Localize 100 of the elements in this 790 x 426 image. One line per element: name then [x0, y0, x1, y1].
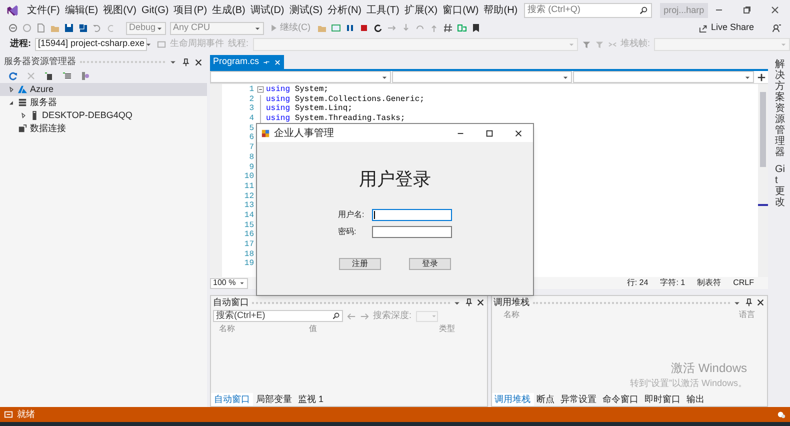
menu-item[interactable]: 调试(D) [248, 2, 286, 18]
side-tab[interactable]: 解决方案资源管理器 [775, 59, 785, 158]
process-label: 进程: [10, 37, 31, 50]
restore-icon[interactable] [742, 5, 752, 15]
panel-tab[interactable]: 监视 1 [295, 392, 327, 406]
panel-tab[interactable]: 命令窗口 [600, 392, 642, 406]
line-number: 7 [248, 143, 254, 153]
caret-icon [430, 313, 437, 319]
save-icon[interactable] [64, 23, 74, 33]
close-icon[interactable] [770, 5, 780, 15]
close-icon[interactable] [514, 128, 523, 138]
field-label: 用户名: [338, 209, 366, 221]
pause-icon[interactable] [344, 23, 354, 33]
file-tab[interactable]: Program.cs [210, 55, 284, 69]
new-file-icon[interactable] [36, 23, 46, 33]
pin-icon[interactable] [464, 298, 472, 307]
add-connection-icon[interactable] [62, 71, 72, 81]
dialog-button[interactable]: 登录 [409, 258, 451, 270]
collapse-icon[interactable] [256, 86, 264, 94]
line-number: 1 [248, 85, 254, 95]
tree-item[interactable]: 服务器 [0, 96, 207, 109]
editor-status-text: CRLF [733, 277, 754, 289]
refresh-icon[interactable] [8, 71, 18, 81]
live-share-button[interactable]: Live Share [698, 21, 754, 35]
menu-item[interactable]: 帮助(H) [482, 2, 520, 18]
search-field[interactable]: 搜索 (Ctrl+Q) [524, 2, 652, 18]
tree-item[interactable]: DESKTOP-DEBG4QQ [0, 109, 207, 122]
line-number: 6 [248, 133, 254, 144]
line-number: 14 [243, 210, 254, 221]
code-line: using System.Linq; [266, 104, 352, 114]
expanded-arrow-icon[interactable] [8, 99, 15, 106]
column-header: 名称 [219, 323, 236, 335]
line-number: 16 [243, 230, 254, 240]
azure-logo-icon [18, 85, 27, 94]
dialog-button[interactable]: 注册 [339, 258, 381, 270]
search-field[interactable]: 搜索(Ctrl+E) [213, 310, 343, 322]
line-number: 13 [243, 201, 254, 211]
side-tab[interactable]: Git 更改 [775, 164, 785, 208]
pin-icon[interactable] [744, 298, 753, 307]
menu-item[interactable]: 生成(B) [210, 2, 248, 18]
menu-item[interactable]: 项目(P) [172, 2, 210, 18]
tree-item[interactable]: 数据连接 [0, 122, 207, 135]
line-number: 12 [243, 192, 254, 202]
thread-label: 线程: [228, 37, 249, 50]
comment-icon[interactable] [456, 23, 466, 33]
maximize-icon[interactable] [485, 128, 494, 138]
close-icon[interactable] [194, 58, 203, 66]
menu-item[interactable]: 工具(T) [364, 2, 402, 18]
close-icon[interactable] [756, 298, 765, 307]
feedback-icon[interactable] [772, 23, 782, 33]
dropdown-caret-icon[interactable] [169, 58, 177, 66]
menu-item[interactable]: 编辑(E) [62, 2, 100, 18]
save-all-icon[interactable] [78, 23, 88, 33]
text-field[interactable] [372, 226, 452, 238]
hash-icon[interactable] [442, 23, 452, 33]
computer-icon [30, 111, 39, 120]
database-link-icon [18, 124, 27, 133]
menu-item[interactable]: 扩展(X) [402, 2, 440, 18]
vertical-scrollbar[interactable] [758, 84, 768, 277]
zoom-dropdown[interactable]: 100 % [210, 278, 248, 288]
tree-item[interactable]: Azure [0, 83, 207, 96]
panel-tab[interactable]: 输出 [684, 392, 708, 406]
menu-item[interactable]: 分析(N) [326, 2, 364, 18]
bookmark-icon[interactable] [470, 23, 480, 33]
pin-icon[interactable] [181, 58, 190, 66]
menu-item[interactable]: 窗口(W) [440, 2, 481, 18]
pin-icon [263, 58, 270, 66]
panel-tab[interactable]: 局部变量 [253, 392, 295, 406]
code-line: using System.Threading.Tasks; [266, 114, 406, 124]
collapsed-arrow-icon[interactable] [20, 112, 27, 119]
menu-item[interactable]: 测试(S) [287, 2, 325, 18]
panel-tab[interactable]: 调用堆栈 [492, 392, 534, 406]
connect-server-icon[interactable] [44, 71, 54, 81]
panel-tab[interactable]: 自动窗口 [211, 392, 253, 406]
line-number: 5 [248, 124, 254, 134]
panel-tab[interactable]: 即时窗口 [642, 392, 684, 406]
restart-icon[interactable] [372, 23, 382, 33]
back-icon[interactable] [8, 23, 18, 33]
app-logo-icon[interactable] [6, 4, 19, 16]
notification-icon [777, 410, 786, 419]
menu-item[interactable]: 视图(V) [101, 2, 138, 18]
screenshot-icon[interactable] [330, 23, 340, 33]
menu-item[interactable]: 文件(F) [25, 2, 62, 18]
split-icon[interactable] [757, 72, 766, 82]
text-field[interactable] [372, 209, 452, 221]
column-header: 类型 [439, 323, 456, 335]
close-icon[interactable] [476, 298, 484, 307]
stop-icon[interactable] [358, 23, 368, 33]
line-number: 18 [243, 250, 254, 260]
undo-icon[interactable] [92, 23, 102, 33]
search-icon [638, 6, 648, 14]
line-number: 2 [248, 94, 254, 104]
line-number: 4 [248, 114, 254, 124]
collapsed-arrow-icon[interactable] [8, 86, 15, 93]
panel-tab[interactable]: 断点 [534, 392, 558, 406]
panel-tab[interactable]: 异常设置 [558, 392, 600, 406]
line-number: 15 [243, 220, 254, 230]
dialog-heading: 用户登录 [359, 168, 431, 191]
menu-item[interactable]: Git(G) [139, 2, 171, 18]
column-header: 名称 [504, 309, 520, 321]
